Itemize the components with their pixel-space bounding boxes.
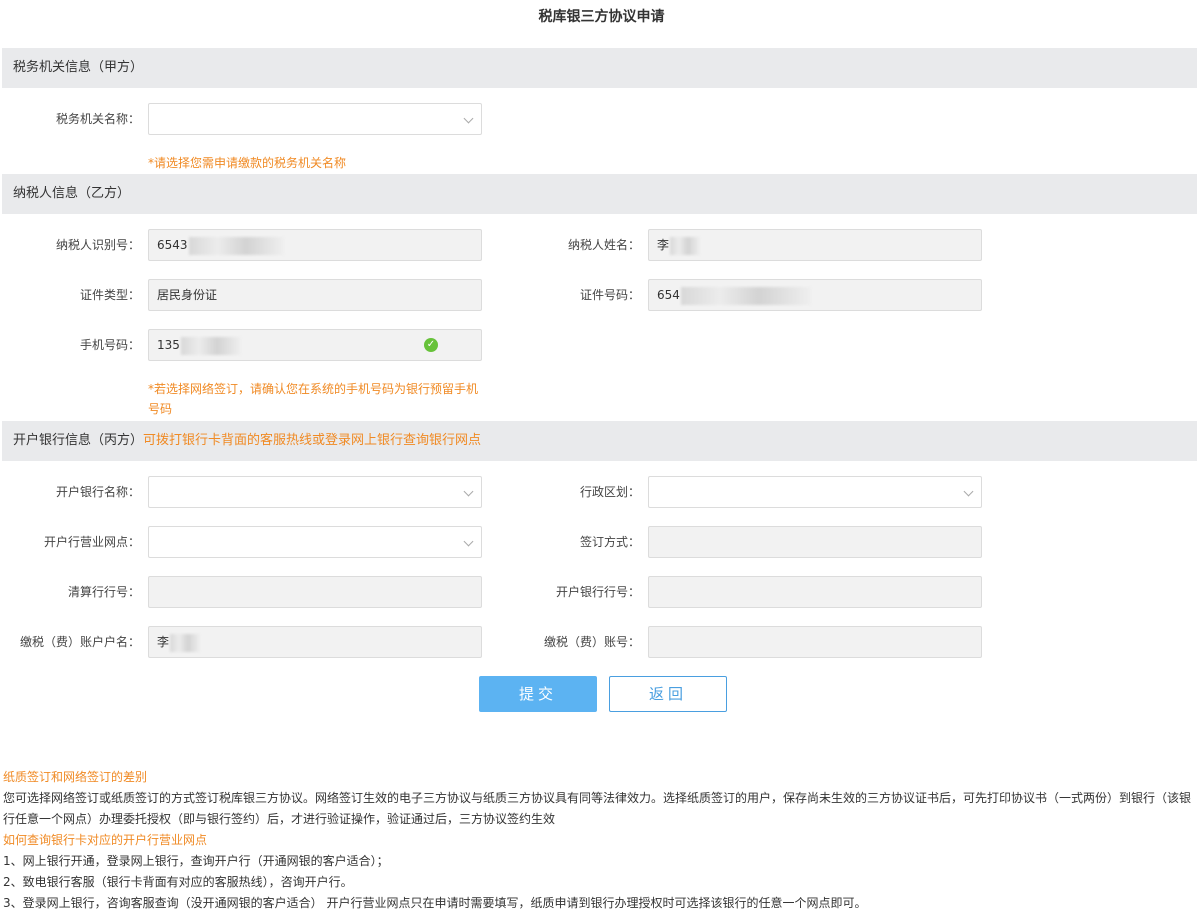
cert-no-label: 证件号码： [579, 288, 640, 302]
redacted-blur [170, 633, 201, 652]
check-circle-icon: ✓ [424, 338, 438, 352]
taxpayer-id-label: 纳税人识别号： [55, 238, 140, 252]
tax-authority-hint: *请选择您需申请缴款的税务机关名称 [148, 156, 347, 170]
section-header-bank: 开户银行信息（丙方）可拨打银行卡背面的客服热线或登录网上银行查询银行网点 [2, 421, 1197, 461]
chevron-down-icon [963, 486, 974, 497]
page-title: 税库银三方协议申请 [538, 9, 665, 25]
tax-authority-label: 税务机关名称： [55, 112, 140, 126]
notes-heading: 如何查询银行卡对应的开户行营业网点 [3, 833, 208, 847]
bank-name-label: 开户银行名称： [55, 485, 140, 499]
bank-name-select[interactable] [148, 476, 482, 508]
sign-method-field[interactable] [648, 526, 982, 558]
redacted-blur [670, 236, 701, 255]
section-title: 开户银行信息（丙方） [13, 433, 144, 448]
sign-method-label: 签订方式： [579, 535, 640, 549]
cert-type-field[interactable]: 居民身份证 [148, 279, 482, 311]
clearing-label: 清算行行号： [67, 585, 140, 599]
taxpayer-name-field[interactable]: 李 [648, 229, 982, 261]
account-no-label: 缴税（费）账号： [543, 635, 640, 649]
taxpayer-name-value: 李 [657, 238, 670, 252]
section-title: 税务机关信息（甲方） [13, 60, 144, 75]
notes-item: 2、致电银行客服（银行卡背面有对应的客服热线），咨询开户行。 [3, 875, 353, 889]
bank-code-label: 开户银行行号： [555, 585, 640, 599]
notes-item: 3、登录网上银行，咨询客服查询（没开通网银的客户适合） 开户行营业网点只在申请时… [3, 896, 867, 910]
phone-field[interactable]: 135 ✓ [148, 329, 482, 361]
notes-item: 1、网上银行开通，登录网上银行，查询开户行（开通网银的客户适合）； [3, 854, 389, 868]
account-no-field[interactable] [648, 626, 982, 658]
branch-select[interactable] [148, 526, 482, 558]
region-select[interactable] [648, 476, 982, 508]
cert-type-label: 证件类型： [79, 288, 140, 302]
section-header-tax-authority: 税务机关信息（甲方） [2, 48, 1197, 88]
notes-heading: 纸质签订和网络签订的差别 [3, 770, 148, 784]
phone-value: 135 [157, 338, 180, 352]
account-name-field[interactable]: 李 [148, 626, 482, 658]
cert-type-value: 居民身份证 [157, 288, 218, 302]
branch-label: 开户行营业网点： [43, 535, 140, 549]
account-name-label: 缴税（费）账户户名： [19, 635, 140, 649]
cert-no-value: 654 [657, 288, 680, 302]
section-title: 纳税人信息（乙方） [13, 186, 131, 201]
submit-button[interactable]: 提交 [479, 676, 597, 712]
redacted-blur [188, 236, 284, 255]
region-label: 行政区划： [579, 485, 640, 499]
tax-authority-select[interactable] [148, 103, 482, 135]
back-button[interactable]: 返回 [609, 676, 727, 712]
clearing-field[interactable] [148, 576, 482, 608]
help-notes: 纸质签订和网络签订的差别 您可选择网络签订或纸质签订的方式签订税库银三方协议。网… [3, 767, 1195, 914]
taxpayer-name-label: 纳税人姓名： [567, 238, 640, 252]
notes-paragraph: 您可选择网络签订或纸质签订的方式签订税库银三方协议。网络签订生效的电子三方协议与… [3, 791, 1192, 826]
bank-code-field[interactable] [648, 576, 982, 608]
chevron-down-icon [463, 486, 474, 497]
phone-hint: *若选择网络签订，请确认您在系统的手机号码为银行预留手机号码 [148, 382, 479, 416]
taxpayer-id-value: 6543 [157, 238, 188, 252]
account-name-value: 李 [157, 635, 170, 649]
taxpayer-id-field[interactable]: 6543 [148, 229, 482, 261]
phone-label: 手机号码： [79, 338, 140, 352]
chevron-down-icon [463, 536, 474, 547]
chevron-down-icon [463, 113, 474, 124]
redacted-blur [180, 336, 241, 355]
cert-no-field[interactable]: 654 [648, 279, 982, 311]
redacted-blur [680, 286, 811, 305]
section-note: 可拨打银行卡背面的客服热线或登录网上银行查询银行网点 [143, 433, 482, 448]
section-header-taxpayer: 纳税人信息（乙方） [2, 174, 1197, 214]
